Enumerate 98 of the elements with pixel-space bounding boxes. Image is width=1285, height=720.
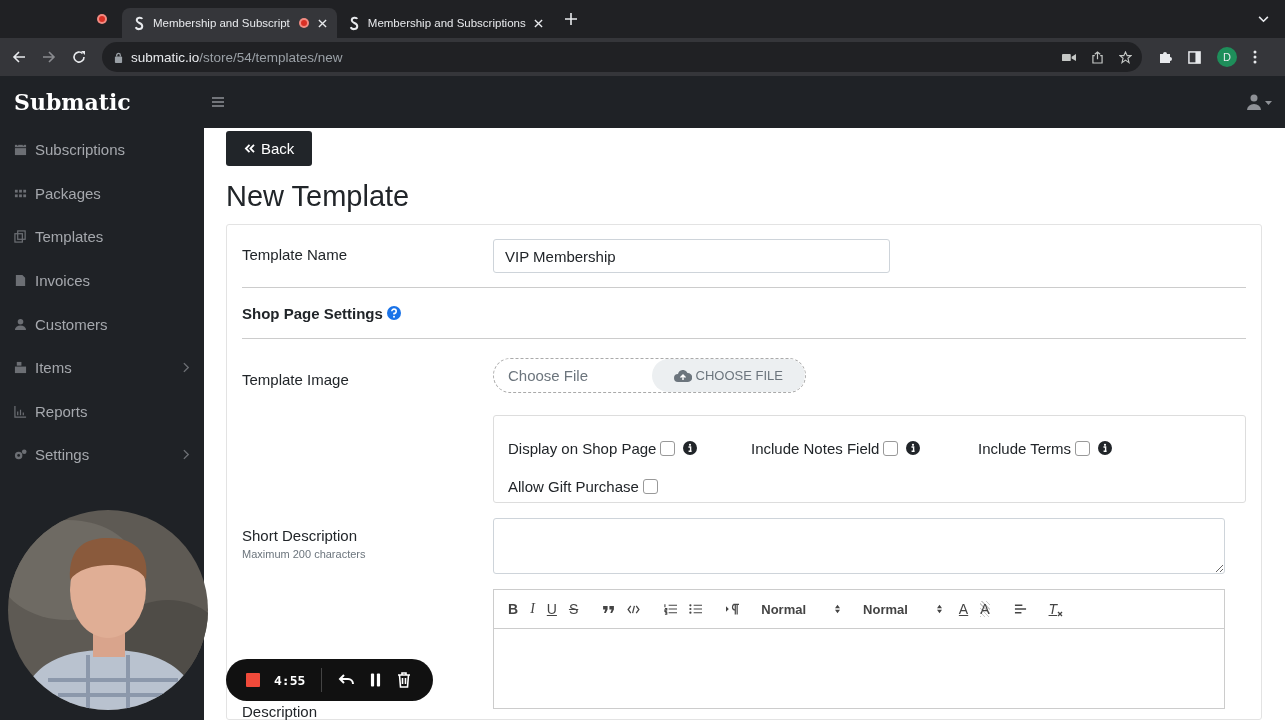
text-direction-icon[interactable] bbox=[726, 603, 740, 615]
recording-time: 4:55 bbox=[274, 672, 306, 688]
checkbox[interactable] bbox=[883, 440, 899, 456]
sidebar-item[interactable]: Invoices bbox=[0, 258, 204, 303]
calendar-icon bbox=[14, 143, 27, 157]
x-icon bbox=[1057, 611, 1064, 617]
italic-button[interactable]: I bbox=[530, 601, 535, 617]
browser-tab[interactable]: Membership and Subscriptions bbox=[336, 8, 553, 38]
sidebar-label: Settings bbox=[35, 446, 91, 464]
lock-icon bbox=[114, 51, 123, 63]
chart-icon bbox=[14, 404, 27, 418]
info-icon[interactable] bbox=[1098, 441, 1113, 456]
align-left-icon[interactable] bbox=[1013, 603, 1027, 615]
background-color-button[interactable]: A bbox=[980, 601, 990, 617]
menu-icon[interactable] bbox=[1253, 50, 1257, 64]
bullet-list-icon[interactable] bbox=[689, 603, 703, 615]
close-icon[interactable] bbox=[317, 18, 327, 28]
choose-file-label: CHOOSE FILE bbox=[695, 368, 783, 383]
s-logo-icon bbox=[134, 15, 145, 31]
undo-icon[interactable] bbox=[338, 674, 355, 686]
sidebar-label: Items bbox=[35, 359, 73, 377]
sort-caret-icon bbox=[834, 604, 842, 614]
cloud-upload-icon bbox=[673, 369, 692, 382]
field-label: Short Description bbox=[242, 527, 359, 544]
double-chevron-left-icon bbox=[244, 144, 255, 153]
user-menu-icon[interactable] bbox=[1247, 94, 1273, 110]
field-label: Template Image bbox=[242, 370, 350, 390]
format-dropdown[interactable]: Normal bbox=[761, 601, 842, 617]
sidebar-item[interactable]: Reports bbox=[0, 389, 204, 434]
gears-icon bbox=[14, 448, 27, 462]
back-arrow-icon[interactable] bbox=[12, 50, 26, 64]
file-icon bbox=[14, 274, 27, 288]
help-icon[interactable] bbox=[386, 306, 401, 320]
profile-avatar[interactable]: D bbox=[1217, 47, 1237, 67]
box-icon bbox=[14, 361, 27, 375]
underline-button[interactable]: U bbox=[546, 601, 557, 617]
bold-button[interactable]: B bbox=[508, 601, 519, 617]
checkbox[interactable] bbox=[660, 440, 676, 456]
close-icon[interactable] bbox=[533, 18, 543, 28]
sidebar-item[interactable]: Items bbox=[0, 345, 204, 390]
browser-tab[interactable]: Membership and Subscript bbox=[122, 8, 337, 38]
code-icon[interactable] bbox=[627, 604, 641, 614]
option-label: Include Notes Field bbox=[751, 439, 880, 457]
new-tab-icon[interactable] bbox=[564, 13, 577, 25]
forward-arrow-icon[interactable] bbox=[42, 50, 56, 64]
sidebar-item[interactable]: Customers bbox=[0, 302, 204, 346]
sidebar-label: Packages bbox=[35, 184, 102, 202]
puzzle-icon[interactable] bbox=[1158, 50, 1172, 64]
checkbox[interactable] bbox=[642, 479, 658, 495]
sidebar-label: Subscriptions bbox=[35, 141, 127, 159]
user-icon bbox=[14, 317, 27, 331]
page-title: New Template bbox=[226, 180, 411, 213]
sidebar-label: Invoices bbox=[35, 272, 92, 290]
clear-format-button[interactable]: T bbox=[1048, 601, 1064, 617]
rich-text-editor[interactable]: B I U S Normal Normal A A T bbox=[493, 589, 1225, 709]
field-hint: Maximum 200 characters bbox=[242, 548, 367, 560]
field-label: Template Name bbox=[242, 245, 349, 265]
text-color-button[interactable]: A bbox=[958, 601, 969, 617]
strikethrough-button[interactable]: S bbox=[568, 601, 579, 617]
hamburger-menu-icon[interactable] bbox=[212, 97, 224, 107]
pause-icon[interactable] bbox=[370, 673, 382, 687]
short-description-field[interactable] bbox=[493, 518, 1225, 574]
sidebar-label: Templates bbox=[35, 228, 105, 246]
tab-title: Membership and Subscriptions bbox=[367, 17, 526, 29]
option-label: Allow Gift Purchase bbox=[508, 478, 639, 496]
s-logo-icon bbox=[348, 15, 360, 31]
info-icon[interactable] bbox=[683, 441, 698, 456]
chevron-down-icon[interactable] bbox=[1258, 15, 1269, 23]
tab-title: Membership and Subscript bbox=[153, 17, 290, 29]
recording-dot-icon bbox=[96, 13, 108, 25]
logo[interactable]: Submatic bbox=[0, 76, 131, 128]
quote-icon[interactable] bbox=[602, 604, 616, 614]
back-button[interactable]: Back bbox=[226, 131, 313, 166]
sidebar-item[interactable]: Packages bbox=[0, 171, 204, 216]
copy-icon bbox=[14, 230, 27, 244]
reload-icon[interactable] bbox=[72, 50, 86, 64]
trash-icon[interactable] bbox=[397, 672, 412, 688]
section-title: Shop Page Settings bbox=[242, 304, 383, 322]
camera-icon[interactable] bbox=[1062, 52, 1076, 62]
sidebar-item[interactable]: Templates bbox=[0, 215, 204, 259]
option-label: Include Terms bbox=[978, 439, 1072, 457]
address-bar[interactable]: submatic.io/store/54/templates/new bbox=[102, 42, 1142, 72]
field-label: Description bbox=[242, 703, 318, 720]
side-panel-icon[interactable] bbox=[1188, 50, 1201, 64]
sort-caret-icon bbox=[935, 604, 943, 614]
format-dropdown[interactable]: Normal bbox=[863, 601, 943, 617]
ordered-list-icon[interactable] bbox=[664, 603, 678, 615]
checkbox[interactable] bbox=[1075, 440, 1091, 456]
sidebar-item[interactable]: Subscriptions bbox=[0, 128, 204, 172]
template-name-field[interactable]: VIP Membership bbox=[493, 239, 890, 273]
sidebar-label: Reports bbox=[35, 402, 89, 420]
sidebar-label: Customers bbox=[35, 315, 109, 333]
url-text: submatic.io/store/54/templates/new bbox=[131, 49, 343, 65]
info-icon[interactable] bbox=[906, 441, 921, 456]
star-icon[interactable] bbox=[1119, 50, 1132, 64]
option-label: Display on Shop Page bbox=[508, 439, 657, 457]
share-icon[interactable] bbox=[1092, 50, 1103, 64]
sidebar-item[interactable]: Settings bbox=[0, 433, 204, 477]
